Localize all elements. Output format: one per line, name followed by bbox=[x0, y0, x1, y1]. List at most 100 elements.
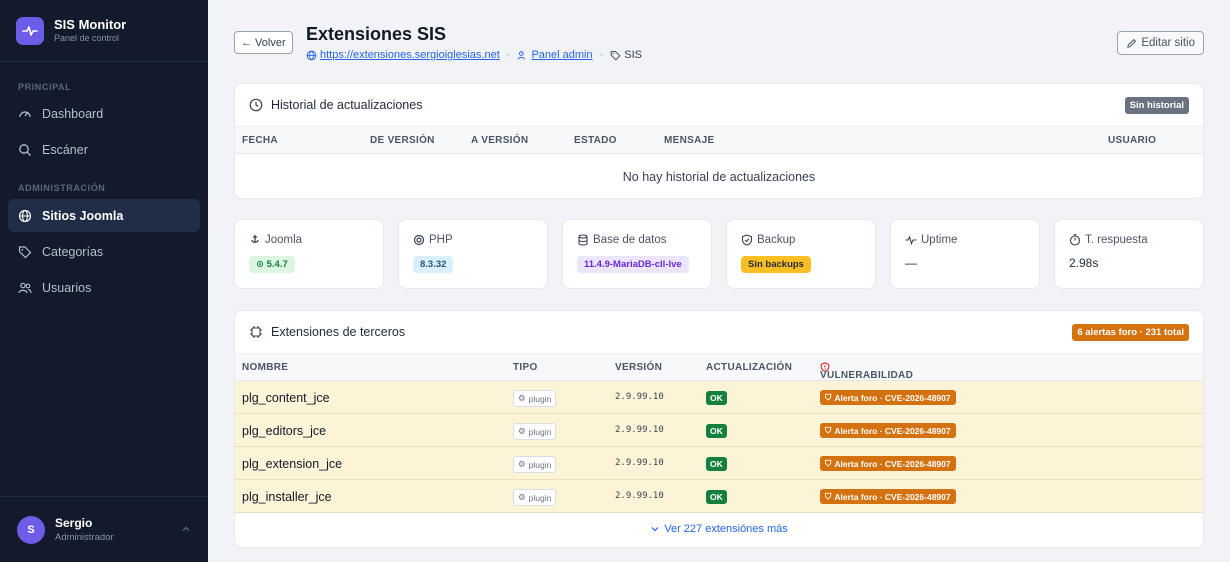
main-content: ← Volver Extensiones SIS https://extensi… bbox=[208, 0, 1230, 562]
column-header[interactable]: NOMBRE bbox=[242, 362, 288, 373]
site-url-link[interactable]: https://extensiones.sergioiglesias.net bbox=[306, 49, 500, 61]
chip-icon bbox=[413, 234, 425, 246]
sidebar: SIS Monitor Panel de control PRINCIPAL D… bbox=[0, 0, 208, 562]
column-header[interactable]: MENSAJE bbox=[664, 135, 714, 146]
alerts-badge: 6 alertas foro · 231 total bbox=[1072, 323, 1189, 341]
sidebar-item-label: Dashboard bbox=[42, 106, 104, 121]
sidebar-item-label: Categorías bbox=[42, 244, 104, 259]
pulse-icon bbox=[905, 234, 917, 246]
sidebar-item-categories[interactable]: Categorías bbox=[8, 235, 200, 268]
vulnerability-badge[interactable]: ⛉ Alerta foro · CVE-2026-48907 bbox=[820, 390, 956, 405]
extension-version: 2.9.99.10 bbox=[615, 458, 664, 468]
column-header[interactable]: A VERSIÓN bbox=[471, 135, 528, 146]
pencil-icon bbox=[1126, 38, 1137, 49]
table-row[interactable]: plg_content_jce ⚙ plugin 2.9.99.10 OK ⛉ Al… bbox=[235, 381, 1203, 414]
chevron-up-icon[interactable] bbox=[181, 522, 191, 537]
card-header: Historial de actualizaciones Sin histori… bbox=[235, 84, 1203, 126]
stat-label: Backup bbox=[757, 234, 796, 246]
sidebar-item-scanner[interactable]: Escáner bbox=[8, 133, 200, 166]
database-version-badge: 11.4.9-MariaDB-cll-lve bbox=[577, 256, 689, 273]
type-label: plugin bbox=[528, 426, 552, 437]
section-label-admin: ADMINISTRACIÓN bbox=[18, 183, 106, 193]
globe-icon bbox=[306, 50, 317, 61]
stat-label: Uptime bbox=[921, 234, 958, 246]
shield-alert-icon: ⛉ bbox=[825, 491, 832, 501]
plugin-icon: ⚙ bbox=[518, 492, 526, 502]
column-header[interactable]: TIPO bbox=[513, 362, 538, 373]
type-badge: ⚙ plugin bbox=[513, 423, 557, 440]
admin-panel-link[interactable]: Panel admin bbox=[517, 49, 593, 61]
extension-name: plg_content_jce bbox=[242, 391, 330, 405]
table-row[interactable]: plg_editors_jce ⚙ plugin 2.9.99.10 OK ⛉ Al… bbox=[235, 414, 1203, 447]
site-meta: https://extensiones.sergioiglesias.net ·… bbox=[306, 49, 642, 61]
table-row[interactable]: plg_extension_jce ⚙ plugin 2.9.99.10 OK ⛉… bbox=[235, 447, 1203, 480]
backup-status-badge: Sin backups bbox=[741, 256, 811, 273]
stat-label: Joomla bbox=[265, 234, 303, 246]
type-badge: ⚙ plugin bbox=[513, 489, 557, 506]
tag-icon bbox=[18, 245, 34, 259]
plugin-icon: ⚙ bbox=[518, 426, 526, 436]
stat-card-backup: Backup Sin backups bbox=[726, 219, 876, 289]
vulnerability-label: Alerta foro · CVE-2026-48907 bbox=[834, 392, 951, 403]
sidebar-item-dashboard[interactable]: Dashboard bbox=[8, 97, 200, 130]
stat-card-joomla: Joomla ⊙ 5.4.7 bbox=[234, 219, 384, 289]
timer-icon bbox=[1069, 234, 1081, 246]
extension-name: plg_editors_jce bbox=[242, 424, 327, 438]
admin-panel-text: Panel admin bbox=[531, 49, 593, 61]
sidebar-item-users[interactable]: Usuarios bbox=[8, 271, 200, 304]
site-url-text: https://extensiones.sergioiglesias.net bbox=[320, 49, 500, 61]
column-header[interactable]: ACTUALIZACIÓN bbox=[706, 362, 792, 373]
edit-site-button[interactable]: Editar sitio bbox=[1117, 31, 1204, 55]
vulnerability-label: Alerta foro · CVE-2026-48907 bbox=[834, 425, 951, 436]
vulnerability-badge[interactable]: ⛉ Alerta foro · CVE-2026-48907 bbox=[820, 423, 956, 438]
column-header-vulnerability[interactable]: VULNERABILIDAD bbox=[820, 362, 913, 381]
type-badge: ⚙ plugin bbox=[513, 390, 557, 407]
uptime-value: — bbox=[905, 256, 917, 270]
vulnerability-badge[interactable]: ⛉ Alerta foro · CVE-2026-48907 bbox=[820, 489, 956, 504]
vulnerability-badge[interactable]: ⛉ Alerta foro · CVE-2026-48907 bbox=[820, 456, 956, 471]
tag-icon bbox=[610, 50, 621, 61]
stat-card-response-time: T. respuesta 2.98s bbox=[1054, 219, 1204, 289]
edit-site-label: Editar sitio bbox=[1141, 37, 1195, 49]
empty-state: No hay historial de actualizaciones bbox=[622, 170, 816, 184]
page-title: Extensiones SIS bbox=[306, 24, 447, 44]
user-role: Administrador bbox=[55, 532, 114, 543]
brand-subtitle: Panel de control bbox=[54, 33, 120, 43]
update-status-badge: OK bbox=[706, 391, 727, 405]
table-header: FECHA DE VERSIÓN A VERSIÓN ESTADO MENSAJ… bbox=[235, 126, 1203, 154]
show-more-button[interactable]: Ver 227 extensiónes más bbox=[235, 513, 1203, 545]
extension-version: 2.9.99.10 bbox=[615, 425, 664, 435]
page-header: ← Volver Extensiones SIS https://extensi… bbox=[234, 24, 1204, 64]
clock-icon bbox=[249, 98, 263, 112]
update-status-badge: OK bbox=[706, 457, 727, 471]
column-header[interactable]: ESTADO bbox=[574, 135, 617, 146]
user-menu[interactable]: S Sergio Administrador bbox=[0, 496, 208, 562]
table-row[interactable]: plg_installer_jce ⚙ plugin 2.9.99.10 OK ⛉… bbox=[235, 480, 1203, 513]
stat-label: PHP bbox=[429, 234, 453, 246]
column-header[interactable]: FECHA bbox=[242, 135, 278, 146]
back-button[interactable]: ← Volver bbox=[234, 31, 293, 54]
stat-label: T. respuesta bbox=[1085, 234, 1148, 246]
stat-card-uptime: Uptime — bbox=[890, 219, 1040, 289]
sidebar-item-sites[interactable]: Sitios Joomla bbox=[8, 199, 200, 232]
card-title: Historial de actualizaciones bbox=[271, 98, 423, 112]
column-header[interactable]: VERSIÓN bbox=[615, 362, 662, 373]
joomla-icon bbox=[249, 234, 261, 246]
column-header[interactable]: DE VERSIÓN bbox=[370, 135, 435, 146]
puzzle-icon bbox=[249, 325, 263, 339]
show-more-label: Ver 227 extensiónes más bbox=[664, 523, 788, 535]
type-label: plugin bbox=[528, 492, 552, 503]
plugin-icon: ⚙ bbox=[518, 393, 526, 403]
card-title: Extensiones de terceros bbox=[271, 325, 406, 339]
column-header[interactable]: USUARIO bbox=[1108, 135, 1156, 146]
users-icon bbox=[18, 281, 34, 295]
vulnerability-label: Alerta foro · CVE-2026-48907 bbox=[834, 458, 951, 469]
php-version-badge: 8.3.32 bbox=[413, 256, 454, 273]
stat-card-database: Base de datos 11.4.9-MariaDB-cll-lve bbox=[562, 219, 712, 289]
brand[interactable]: SIS Monitor Panel de control bbox=[0, 0, 208, 62]
extension-version: 2.9.99.10 bbox=[615, 392, 664, 402]
type-badge: ⚙ plugin bbox=[513, 456, 557, 473]
extension-name: plg_installer_jce bbox=[242, 490, 332, 504]
card-header: Extensiones de terceros 6 alertas foro ·… bbox=[235, 311, 1203, 353]
section-label-principal: PRINCIPAL bbox=[18, 82, 72, 92]
